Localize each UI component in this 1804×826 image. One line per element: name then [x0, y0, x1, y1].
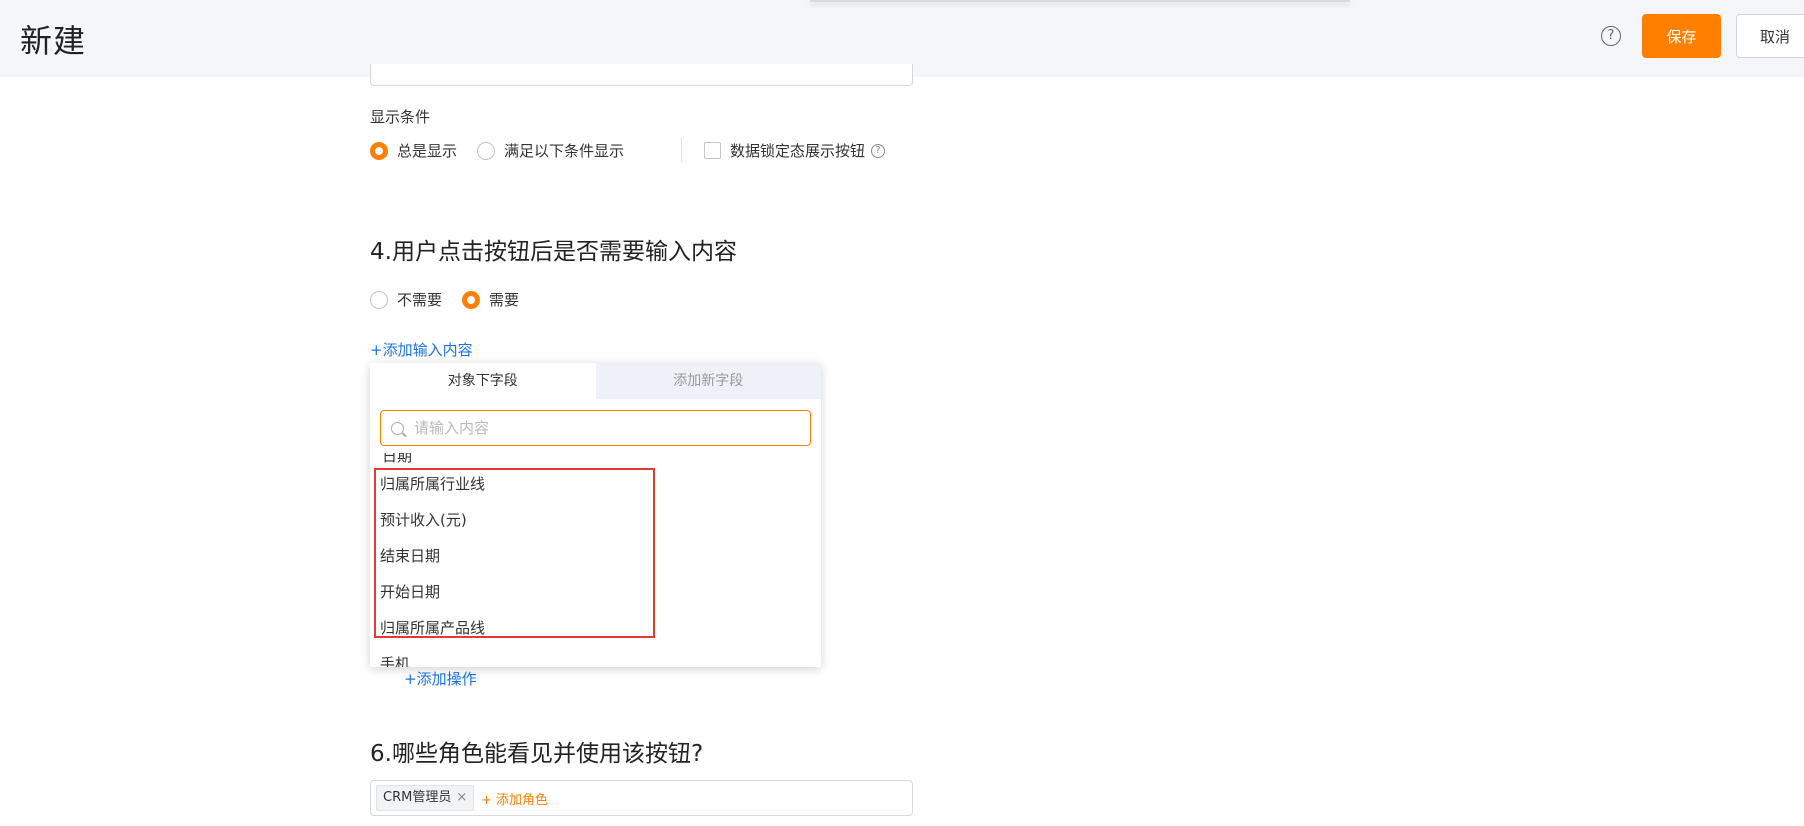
tab-object-fields[interactable]: 对象下字段	[370, 363, 596, 399]
role-tag-label: CRM管理员	[383, 790, 452, 805]
radio-label: 满足以下条件显示	[504, 142, 625, 160]
radio-unselected-icon	[477, 141, 495, 160]
close-icon[interactable]: ×	[456, 786, 467, 810]
add-role-link[interactable]: + 添加角色	[481, 789, 548, 808]
list-item[interactable]: 归属所属产品线	[380, 617, 485, 638]
radio-label: 不需要	[397, 291, 443, 309]
section-6-title: 6.哪些角色能看见并使用该按钮?	[370, 741, 704, 767]
display-condition-label: 显示条件	[370, 108, 431, 126]
cancel-button[interactable]: 取消	[1736, 14, 1804, 58]
search-icon	[391, 421, 404, 435]
dropdown-tabs: 对象下字段 添加新字段	[370, 363, 821, 399]
help-icon[interactable]: ?	[1601, 26, 1621, 46]
list-item[interactable]: 结束日期	[380, 545, 440, 566]
dropdown-list[interactable]: 日期 归属所属行业线 预计收入(元) 结束日期 开始日期 归属所属产品线 手机	[370, 453, 821, 667]
add-action-link[interactable]: +添加操作	[404, 668, 477, 689]
list-item[interactable]: 开始日期	[380, 581, 440, 602]
list-item-partial[interactable]: 日期	[382, 453, 412, 466]
list-item[interactable]: 手机	[380, 653, 410, 667]
lock-state-checkbox[interactable]: 数据锁定态展示按钮 ?	[704, 140, 886, 161]
radio-always-show[interactable]: 总是显示	[370, 140, 457, 161]
dropdown-search[interactable]	[380, 410, 811, 446]
radio-conditional-show[interactable]: 满足以下条件显示	[477, 140, 624, 161]
radio-not-needed[interactable]: 不需要	[370, 289, 442, 310]
role-selector[interactable]: CRM管理员 × + 添加角色	[370, 780, 913, 816]
add-input-link[interactable]: +添加输入内容	[370, 339, 473, 360]
radio-label: 需要	[489, 291, 520, 309]
checkbox-icon	[704, 142, 721, 159]
radio-label: 总是显示	[397, 142, 458, 160]
previous-input-field[interactable]	[370, 64, 913, 86]
save-button[interactable]: 保存	[1642, 14, 1721, 58]
list-item[interactable]: 预计收入(元)	[380, 509, 467, 530]
list-item[interactable]: 归属所属行业线	[380, 473, 485, 494]
radio-selected-icon	[462, 290, 480, 309]
radio-selected-icon	[370, 141, 388, 160]
radio-needed[interactable]: 需要	[462, 289, 519, 310]
section-4-title: 4.用户点击按钮后是否需要输入内容	[370, 239, 737, 265]
divider	[681, 138, 682, 162]
overlay-edge	[810, 0, 1350, 2]
field-dropdown: 对象下字段 添加新字段 日期 归属所属行业线 预计收入(元) 结束日期 开始日期…	[370, 363, 821, 667]
radio-unselected-icon	[370, 290, 388, 309]
help-icon[interactable]: ?	[871, 143, 886, 158]
page-title: 新建	[20, 22, 87, 60]
checkbox-label: 数据锁定态展示按钮	[730, 142, 866, 160]
role-tag: CRM管理员 ×	[376, 785, 475, 811]
search-input[interactable]	[414, 419, 794, 437]
tab-add-new-field[interactable]: 添加新字段	[595, 363, 821, 399]
